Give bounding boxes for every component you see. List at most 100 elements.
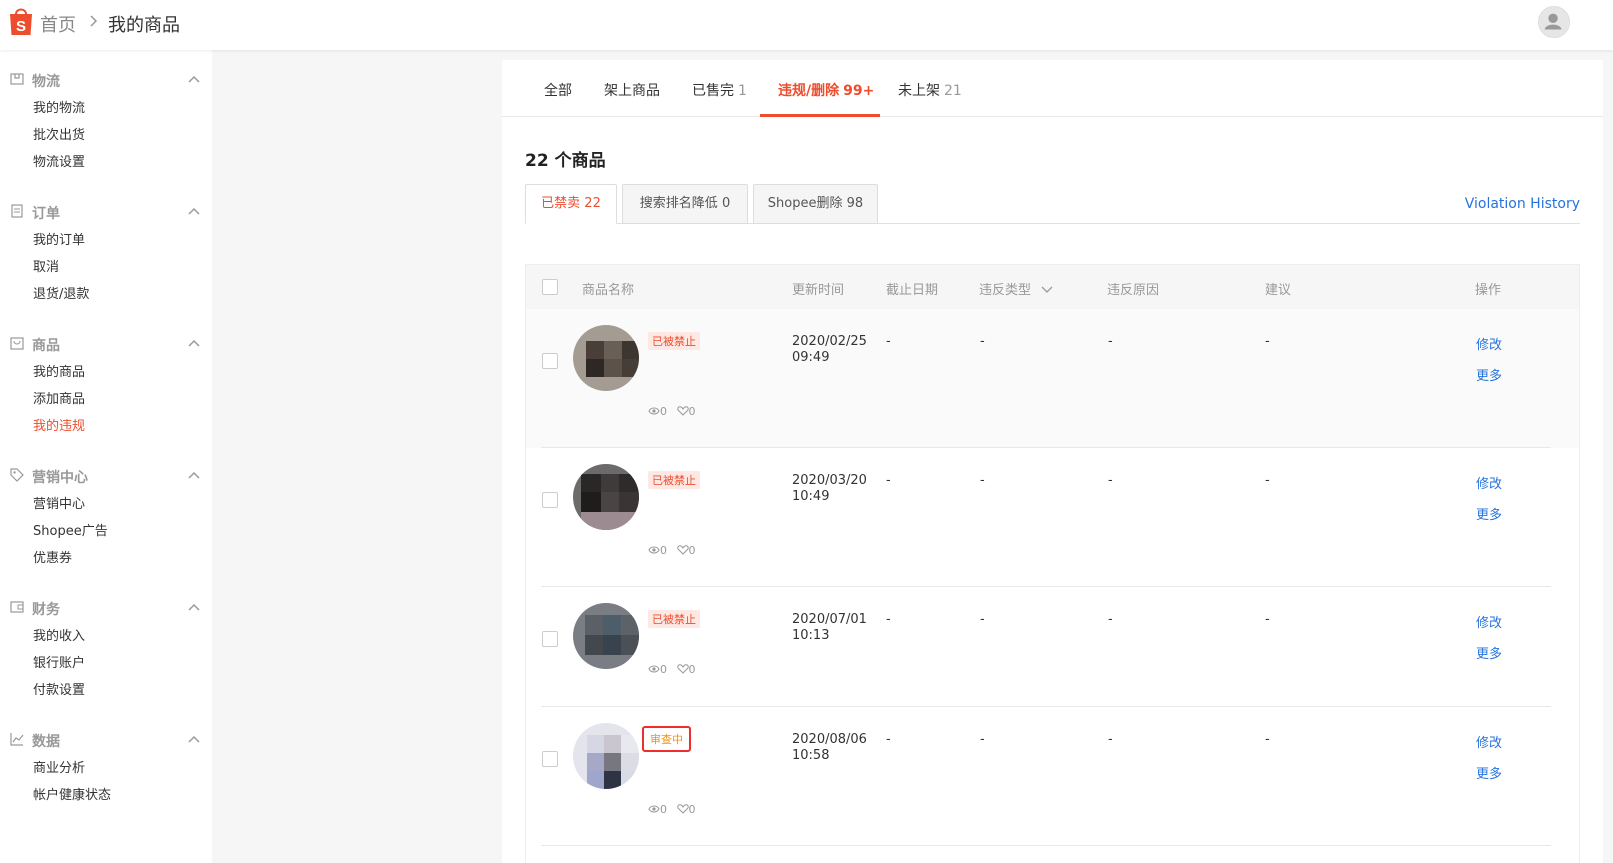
shopee-logo-icon[interactable]: S — [8, 6, 34, 36]
tab-live[interactable]: 架上商品 — [604, 80, 660, 100]
sidebar-item-logistics-settings[interactable]: 物流设置 — [33, 151, 85, 170]
sidebar-item-batch-ship[interactable]: 批次出货 — [33, 124, 85, 143]
violation-reason-value: - — [1108, 473, 1113, 488]
eye-icon — [648, 805, 660, 813]
sidebar-section-title: 订单 — [32, 206, 60, 222]
sidebar-item-returns[interactable]: 退货/退款 — [33, 283, 89, 302]
tab-label: 违规/删除 — [778, 83, 840, 99]
tab-all[interactable]: 全部 — [544, 80, 572, 100]
col-violation-type[interactable]: 违反类型 — [979, 279, 1053, 298]
subtab-label: 搜索排名降低 — [639, 196, 718, 211]
view-count: 0 — [660, 803, 667, 816]
product-thumbnail[interactable] — [573, 723, 639, 789]
like-count: 0 — [688, 803, 696, 816]
more-link[interactable]: 更多 — [1476, 365, 1502, 384]
sidebar-item-my-orders[interactable]: 我的订单 — [33, 229, 85, 248]
clipboard-icon — [11, 204, 23, 218]
sidebar-section-title: 财务 — [32, 602, 60, 618]
select-all-checkbox[interactable] — [542, 279, 558, 295]
more-link[interactable]: 更多 — [1476, 643, 1502, 662]
chevron-down-icon — [1041, 286, 1053, 293]
subtab-shopee-deleted[interactable]: Shopee删除 98 — [753, 184, 878, 224]
more-link[interactable]: 更多 — [1476, 504, 1502, 523]
sidebar-section-header[interactable]: 数据 — [10, 730, 200, 750]
chevron-up-icon[interactable] — [188, 734, 200, 744]
product-thumbnail[interactable] — [573, 603, 639, 669]
col-update-time[interactable]: 更新时间 — [792, 279, 844, 298]
subtab-banned[interactable]: 已禁卖 22 — [525, 184, 617, 224]
tab-unlisted[interactable]: 未上架 21 — [898, 80, 962, 100]
product-stats: 0 0 — [648, 405, 696, 418]
row-checkbox[interactable] — [542, 751, 558, 767]
heart-icon — [676, 804, 689, 814]
product-stats: 0 0 — [648, 663, 696, 676]
sidebar-section-header[interactable]: 物流 — [10, 70, 200, 90]
like-count: 0 — [688, 405, 696, 418]
product-thumbnail[interactable] — [573, 464, 639, 530]
sidebar-section-header[interactable]: 财务 — [10, 598, 200, 618]
tab-count: 1 — [738, 83, 747, 99]
edit-link[interactable]: 修改 — [1476, 732, 1502, 751]
sidebar-section-header[interactable]: 订单 — [10, 202, 200, 222]
sidebar-item-cancel[interactable]: 取消 — [33, 256, 59, 275]
tab-label: 已售完 — [692, 83, 734, 99]
sidebar-section-title: 营销中心 — [32, 470, 88, 486]
sidebar-item-business-insights[interactable]: 商业分析 — [33, 757, 85, 776]
sidebar-item-my-logistics[interactable]: 我的物流 — [33, 97, 85, 116]
sidebar-section-header[interactable]: 商品 — [10, 334, 200, 354]
violation-history-link[interactable]: Violation History — [1465, 196, 1580, 212]
update-clock: 10:49 — [792, 489, 830, 504]
product-thumbnail[interactable] — [573, 325, 639, 391]
sidebar-item-bank-account[interactable]: 银行账户 — [33, 652, 85, 671]
row-checkbox[interactable] — [542, 631, 558, 647]
more-link[interactable]: 更多 — [1476, 763, 1502, 782]
violation-type-value: - — [980, 473, 985, 488]
chevron-up-icon[interactable] — [188, 602, 200, 612]
sidebar-item-my-violations[interactable]: 我的违规 — [33, 415, 85, 434]
product-image — [573, 723, 639, 789]
subtab-search-deboost[interactable]: 搜索排名降低 0 — [622, 184, 748, 224]
chevron-up-icon[interactable] — [188, 74, 200, 84]
chevron-up-icon[interactable] — [188, 206, 200, 216]
table-row: 已被禁止 0 0 2020/07/01 10:13 - - - - 修改 更多 — [526, 587, 1579, 707]
sidebar-section-title: 物流 — [32, 74, 60, 90]
edit-link[interactable]: 修改 — [1476, 473, 1502, 492]
sidebar-section-title: 商品 — [32, 338, 60, 354]
subtab-label: 已禁卖 — [541, 196, 581, 211]
edit-link[interactable]: 修改 — [1476, 334, 1502, 353]
deadline-value: - — [886, 732, 891, 747]
status-badge: 已被禁止 — [648, 610, 700, 628]
tab-sold-out[interactable]: 已售完 1 — [692, 80, 747, 100]
subtab-label: Shopee删除 — [767, 196, 843, 211]
suggestion-value: - — [1265, 732, 1270, 747]
row-checkbox[interactable] — [542, 353, 558, 369]
avatar[interactable] — [1538, 6, 1570, 38]
edit-link[interactable]: 修改 — [1476, 612, 1502, 631]
breadcrumb-home[interactable]: 首页 — [40, 11, 76, 37]
tab-violation[interactable]: 违规/删除 99+ — [778, 80, 874, 100]
update-date: 2020/02/25 — [792, 334, 867, 349]
row-divider — [541, 845, 1551, 846]
sidebar-item-my-income[interactable]: 我的收入 — [33, 625, 85, 644]
subtab-count: 0 — [721, 196, 731, 211]
sidebar-section-header[interactable]: 营销中心 — [10, 466, 200, 486]
suggestion-value: - — [1265, 473, 1270, 488]
sidebar-item-payment-settings[interactable]: 付款设置 — [33, 679, 85, 698]
svg-text:S: S — [16, 18, 26, 35]
sidebar-item-my-products[interactable]: 我的商品 — [33, 361, 85, 380]
row-checkbox[interactable] — [542, 492, 558, 508]
active-tab-indicator — [760, 114, 880, 117]
like-count: 0 — [688, 663, 696, 676]
sidebar-item-account-health[interactable]: 帐户健康状态 — [33, 784, 111, 803]
table-row: 已被禁止 0 0 2020/02/25 09:49 - - - - 修改 更多 — [526, 309, 1579, 448]
eye-icon — [648, 665, 660, 673]
chevron-up-icon[interactable] — [188, 470, 200, 480]
wallet-icon — [10, 601, 24, 613]
deadline-value: - — [886, 612, 891, 627]
sidebar-item-add-product[interactable]: 添加商品 — [33, 388, 85, 407]
chevron-up-icon[interactable] — [188, 338, 200, 348]
sidebar-item-vouchers[interactable]: 优惠券 — [33, 547, 72, 566]
sidebar-item-shopee-ads[interactable]: Shopee广告 — [33, 520, 108, 539]
sidebar-item-marketing-center[interactable]: 营销中心 — [33, 493, 85, 512]
update-time: 2020/07/01 10:13 — [792, 612, 867, 644]
